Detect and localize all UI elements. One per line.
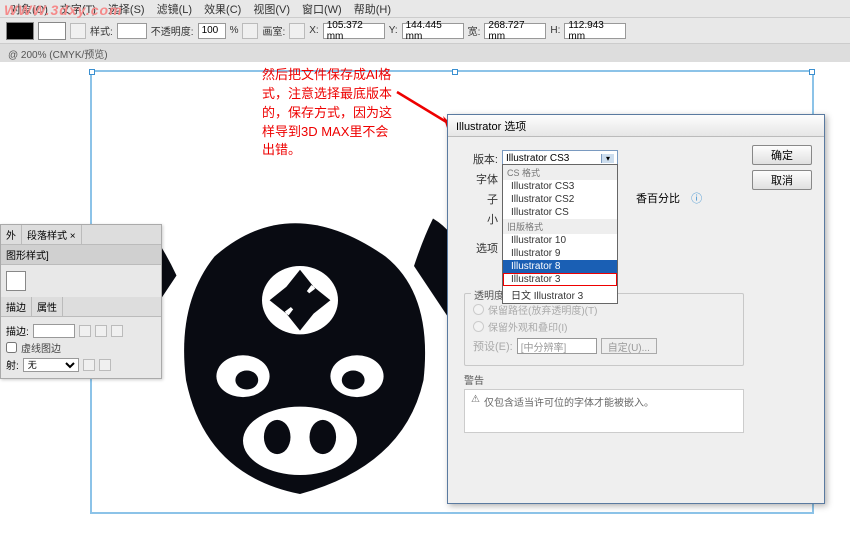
- font-label: 字体: [460, 170, 498, 187]
- version-dropdown-list: CS 格式 Illustrator CS3 Illustrator CS2 Il…: [502, 164, 618, 304]
- style-thumb[interactable]: [6, 271, 26, 291]
- menu-filter[interactable]: 滤镜(L): [151, 1, 198, 17]
- cap-round-icon[interactable]: [95, 325, 107, 337]
- stroke-swatch[interactable]: [38, 22, 66, 40]
- handle-tc[interactable]: [452, 69, 458, 75]
- panel-tabs-2: 描边 属性: [1, 297, 161, 317]
- bull-artwork[interactable]: [110, 142, 490, 542]
- options-label: 选项: [460, 239, 498, 256]
- warnings-label: 警告: [464, 372, 812, 387]
- dropdown-item-10[interactable]: Illustrator 10: [503, 234, 617, 247]
- dropdown-item-8[interactable]: Illustrator 8: [503, 260, 617, 273]
- menu-effect[interactable]: 效果(C): [198, 1, 247, 17]
- font-sub1: 子: [460, 190, 498, 207]
- preserve-appearance-radio: [473, 321, 484, 332]
- dropdown-item-jp3[interactable]: 日文 Illustrator 3: [503, 286, 617, 303]
- warnings-box: ⚠ 仅包含适当许可位的字体才能被嵌入。: [464, 389, 744, 433]
- doc-label: 画室:: [262, 23, 285, 38]
- style-label: 样式:: [90, 23, 113, 38]
- style-field[interactable]: [117, 23, 147, 39]
- opacity-percent: %: [230, 25, 239, 36]
- style-thumb-row: [6, 271, 156, 291]
- warning-text: 仅包含适当许可位的字体才能被嵌入。: [484, 394, 654, 409]
- arrowhead-select[interactable]: 无: [23, 358, 79, 372]
- menu-bar: 对象(O) 文字(T) 选择(S) 滤镜(L) 效果(C) 视图(V) 窗口(W…: [0, 0, 850, 18]
- handle-tl[interactable]: [89, 69, 95, 75]
- y-field[interactable]: 144.445 mm: [402, 23, 464, 39]
- options-bar: 样式: 不透明度: 100 % 画室: X: 105.372 mm Y: 144…: [0, 18, 850, 44]
- stroke-weight-label: 描边:: [6, 323, 29, 338]
- x-field[interactable]: 105.372 mm: [323, 23, 385, 39]
- dialog-title: Illustrator 选项: [448, 115, 824, 137]
- info-icon: ⓘ: [691, 190, 702, 206]
- dropdown-item-3[interactable]: Illustrator 3: [503, 273, 617, 286]
- h-field[interactable]: 112.943 mm: [564, 23, 626, 39]
- menu-help[interactable]: 帮助(H): [348, 1, 397, 17]
- tab-outer[interactable]: 外: [1, 225, 22, 244]
- stroke-weight-field[interactable]: [33, 324, 75, 338]
- h-label: H:: [550, 25, 560, 36]
- chevron-down-icon[interactable]: ▾: [601, 154, 614, 163]
- styles-panel: 外 段落样式 × 图形样式] 描边 属性 描边: 虚线图边 射: 无: [0, 224, 162, 379]
- tab-paragraph-styles[interactable]: 段落样式 ×: [22, 225, 82, 244]
- dropdown-header-legacy: 旧版格式: [503, 219, 617, 234]
- handle-tr[interactable]: [809, 69, 815, 75]
- blend-icon[interactable]: [242, 23, 258, 39]
- x-label: X:: [309, 25, 318, 36]
- illustrator-options-dialog: Illustrator 选项 确定 取消 版本: Illustrator CS3…: [447, 114, 825, 504]
- preserve-paths-radio: [473, 304, 484, 315]
- watermark: WWW.3dxy.com: [0, 0, 127, 20]
- font-pct-label: 香百分比: [636, 190, 680, 206]
- opacity-label: 不透明度:: [151, 23, 194, 38]
- y-label: Y:: [389, 25, 398, 36]
- dropdown-item-cs2[interactable]: Illustrator CS2: [503, 193, 617, 206]
- anchor-icon[interactable]: [289, 23, 305, 39]
- dropdown-header-cs: CS 格式: [503, 165, 617, 180]
- cap-butt-icon[interactable]: [79, 325, 91, 337]
- cap-square-icon[interactable]: [111, 325, 123, 337]
- custom-button: 自定(U)...: [601, 338, 657, 354]
- tab-attributes[interactable]: 属性: [32, 297, 63, 316]
- tab-stroke[interactable]: 描边: [1, 297, 32, 316]
- w-label: 宽:: [468, 23, 481, 38]
- menu-view[interactable]: 视图(V): [247, 1, 296, 17]
- brush-icon[interactable]: [70, 23, 86, 39]
- menu-window[interactable]: 窗口(W): [296, 1, 348, 17]
- font-sub2: 小: [460, 210, 498, 227]
- dashed-label: 虚线图边: [21, 340, 61, 355]
- cancel-button[interactable]: 取消: [752, 170, 812, 190]
- warning-icon: ⚠: [471, 394, 480, 405]
- version-select-value: Illustrator CS3: [506, 153, 569, 164]
- swap-arrow-icon[interactable]: [83, 359, 95, 371]
- version-label: 版本:: [460, 150, 498, 167]
- preserve-appearance-label: 保留外观和叠印(I): [488, 319, 567, 334]
- document-title-bar: @ 200% (CMYK/预览): [0, 44, 850, 62]
- w-field[interactable]: 268.727 mm: [484, 23, 546, 39]
- ok-button[interactable]: 确定: [752, 145, 812, 165]
- dropdown-item-cs3[interactable]: Illustrator CS3: [503, 180, 617, 193]
- dropdown-item-cs[interactable]: Illustrator CS: [503, 206, 617, 219]
- dropdown-item-9[interactable]: Illustrator 9: [503, 247, 617, 260]
- fill-swatch[interactable]: [6, 22, 34, 40]
- arrow-end-icon[interactable]: [99, 359, 111, 371]
- panel-title: 图形样式]: [1, 245, 161, 265]
- arrow-label: 射:: [6, 357, 19, 372]
- annotation-text: 然后把文件保存成AI格式，注意选择最底版本的，保存方式，因为这样导到3D MAX…: [262, 66, 397, 160]
- dashed-checkbox[interactable]: [6, 342, 17, 353]
- preset-label: 预设(E):: [473, 338, 513, 354]
- opacity-field[interactable]: 100: [198, 23, 226, 39]
- panel-tabs-1: 外 段落样式 ×: [1, 225, 161, 245]
- preset-select: [中分辨率]: [517, 338, 597, 354]
- preserve-paths-label: 保留路径(放弃透明度)(T): [488, 302, 597, 317]
